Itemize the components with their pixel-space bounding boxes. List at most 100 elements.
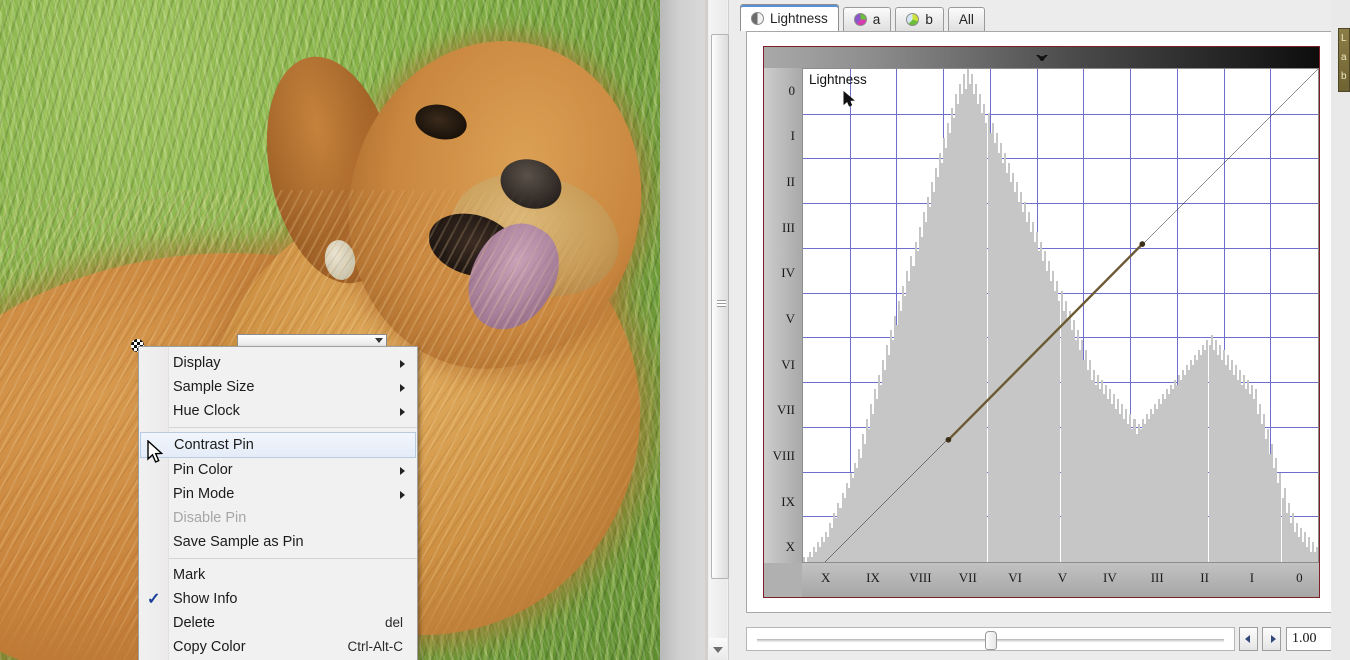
menu-item-shortcut: Ctrl-Alt-C [347, 639, 404, 654]
tab-label: All [958, 12, 974, 27]
y-tick-label: VIII [772, 447, 795, 463]
menu-item-label: Disable Pin [173, 510, 247, 526]
y-axis: 0 I II III IV V VI VII VIII IX X [764, 68, 802, 563]
x-tick-label: 0 [1296, 570, 1303, 585]
histogram-curves-panel: Lightness a b All 0 I II III IV V VI VII VIII IX X XI… [729, 0, 1350, 660]
x-tick-label: III [1150, 570, 1164, 585]
menu-item-label: Mark [173, 567, 206, 583]
y-tick-label: III [782, 219, 795, 235]
y-tick-label: IX [781, 493, 795, 509]
menu-item-label: Show Info [173, 591, 238, 607]
checkmark-icon: ✓ [147, 591, 161, 608]
menu-separator [169, 427, 417, 428]
menu-item-label: Pin Mode [173, 486, 235, 502]
lightness-sphere-icon [751, 11, 764, 25]
tone-curve[interactable] [803, 69, 1318, 563]
menu-item-label: Save Sample as Pin [173, 534, 304, 550]
decrement-button[interactable] [1239, 627, 1258, 651]
gradient-marker-icon[interactable] [1035, 53, 1049, 62]
menu-item-pin-mode[interactable]: Pin Mode [139, 482, 417, 506]
increment-button[interactable] [1262, 627, 1281, 651]
tab-label: b [925, 12, 933, 27]
chevron-down-icon [375, 338, 383, 343]
submenu-arrow-icon [400, 360, 405, 368]
histogram-frame: 0 I II III IV V VI VII VIII IX X X IX VIII VII VI V IV II… [746, 31, 1333, 613]
menu-item-label: Sample Size [173, 379, 255, 395]
lab-readout-tooltip: Lab [1338, 28, 1350, 92]
submenu-arrow-icon [400, 467, 405, 475]
tone-gradient-strip[interactable] [763, 46, 1320, 68]
b-channel-sphere-icon [906, 13, 920, 26]
menu-item-hue-clock[interactable]: Hue Clock [139, 399, 417, 423]
scrollbar-grip [717, 300, 726, 307]
menu-item-delete[interactable]: Delete del [139, 611, 417, 635]
tab-lightness[interactable]: Lightness [740, 4, 839, 31]
y-tick-label: IV [781, 265, 795, 281]
submenu-arrow-icon [400, 384, 405, 392]
menu-item-contrast-pin[interactable]: Contrast Pin [140, 432, 416, 458]
strength-value-field[interactable]: 1.00 [1286, 627, 1334, 651]
curve-control-point[interactable] [945, 436, 952, 443]
splitter[interactable] [660, 0, 705, 660]
image-vertical-scrollbar[interactable] [707, 0, 729, 660]
plot-wrapper: 0 I II III IV V VI VII VIII IX X X IX VIII VII VI V IV II… [763, 68, 1320, 598]
plot-label: Lightness [809, 72, 867, 87]
y-tick-label: II [786, 174, 795, 190]
plot-cursor-icon [843, 91, 855, 107]
x-tick-label: I [1249, 570, 1255, 585]
menu-item-sample-size[interactable]: Sample Size [139, 375, 417, 399]
menu-item-pin-color[interactable]: Pin Color [139, 458, 417, 482]
menu-item-label: Copy Color [173, 639, 246, 655]
menu-item-show-info[interactable]: ✓ Show Info [139, 587, 417, 611]
menu-item-label: Delete [173, 615, 215, 631]
scroll-down-button[interactable] [709, 638, 727, 660]
tab-b[interactable]: b [895, 7, 944, 31]
slider-thumb[interactable] [984, 631, 997, 650]
x-tick-label: IX [866, 570, 880, 585]
channel-tabbar[interactable]: Lightness a b All [740, 4, 989, 31]
readout-line: b [1341, 71, 1347, 82]
chevron-down-icon [713, 647, 723, 653]
menu-item-label: Pin Color [173, 462, 233, 478]
menu-item-mark[interactable]: Mark [139, 563, 417, 587]
menu-item-display[interactable]: Display [139, 351, 417, 375]
y-tick-label: VI [781, 356, 795, 372]
menu-item-shortcut: del [384, 615, 403, 630]
curve-control-point[interactable] [1139, 241, 1146, 247]
y-tick-label: V [785, 311, 795, 326]
y-tick-label: I [790, 128, 795, 144]
curve-strength-slider[interactable] [746, 627, 1235, 651]
scrollbar-track[interactable] [709, 0, 729, 638]
tab-a[interactable]: a [842, 7, 892, 31]
tab-all[interactable]: All [947, 7, 985, 31]
menu-item-label: Display [173, 355, 221, 371]
x-tick-label: VII [958, 570, 977, 585]
menu-separator [169, 558, 417, 559]
histogram-plot[interactable]: Lightness [802, 68, 1319, 563]
menu-item-disable-pin: Disable Pin [139, 506, 417, 530]
pin-context-menu[interactable]: Display Sample Size Hue Clock Contrast Pin P… [138, 346, 418, 660]
scrollbar-thumb[interactable] [711, 34, 729, 579]
menu-item-label: Hue Clock [173, 403, 240, 419]
tab-label: a [872, 12, 881, 27]
triangle-left-icon [1244, 635, 1250, 643]
menu-item-save-sample-as-pin[interactable]: Save Sample as Pin [139, 530, 417, 554]
readout-line: a [1341, 52, 1347, 63]
menu-item-label: Contrast Pin [174, 437, 254, 453]
x-tick-label: X [820, 570, 831, 585]
x-axis: X IX VIII VII VI V IV III II I 0 [802, 563, 1319, 597]
tab-label: Lightness [770, 10, 828, 26]
menu-item-copy-color[interactable]: Copy Color Ctrl-Alt-C [139, 635, 417, 659]
x-tick-label: IV [1103, 570, 1117, 585]
curve-active-segment[interactable] [948, 244, 1142, 440]
x-tick-label: VI [1008, 570, 1022, 585]
a-channel-sphere-icon [853, 13, 867, 26]
y-tick-label: X [785, 539, 795, 555]
submenu-arrow-icon [400, 491, 405, 499]
x-tick-label: II [1200, 570, 1209, 585]
triangle-right-icon [1270, 635, 1276, 643]
bottom-controls[interactable]: 1.00 [746, 626, 1334, 652]
right-edge-filler [1331, 0, 1350, 660]
submenu-arrow-icon [400, 408, 405, 416]
curve-line[interactable] [803, 69, 1318, 563]
